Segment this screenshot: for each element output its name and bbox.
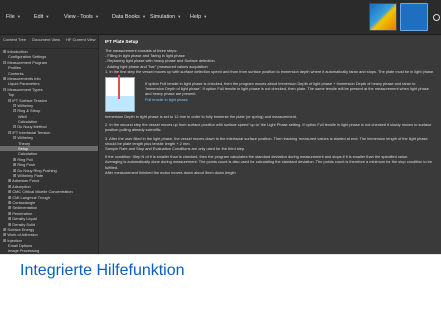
intro-line: 1. In the first step the vessel moves up… bbox=[105, 68, 435, 74]
menu-view-tools-label: View - Tools bbox=[64, 14, 93, 20]
figure-line: If option Full tensile in light phase is… bbox=[145, 81, 429, 97]
chevron-down-icon: ▾ bbox=[204, 14, 207, 19]
body-line: Sample Rate and Stop and Evaluation Cond… bbox=[105, 146, 246, 152]
chevron-down-icon: ▾ bbox=[142, 14, 146, 19]
caption-link[interactable]: Integrierte Hilfefunktion bbox=[20, 262, 185, 280]
body-line: Immersion Depth in light phase is set to… bbox=[105, 114, 298, 120]
content-tree: ⊞ Introduction Configuration Settings ⊟ Me… bbox=[0, 49, 98, 254]
full-tensile-link[interactable]: Full tensile in light phase bbox=[145, 97, 435, 102]
menu-bar: File ▾ Edit ▾ View - Tools ▾ Data Books ▾ Si… bbox=[0, 0, 441, 35]
menu-help[interactable]: Help ▾ bbox=[190, 0, 206, 34]
app-window-icon[interactable] bbox=[400, 3, 428, 31]
menu-edit[interactable]: Edit ▾ bbox=[34, 0, 49, 34]
menu-file-label: File bbox=[6, 14, 15, 20]
body-line: After measurement finished the motor mov… bbox=[105, 169, 236, 175]
chevron-down-icon: ▾ bbox=[178, 14, 181, 19]
menu-simulation-label: Simulation bbox=[150, 14, 176, 20]
divider bbox=[0, 254, 441, 255]
sidebar: Content Tree Document View HF Current Vi… bbox=[0, 35, 99, 254]
page-title: IFT Plate Setup bbox=[105, 39, 139, 44]
tab-current-view[interactable]: HF Current View bbox=[66, 37, 96, 46]
tab-document-view[interactable]: Document View bbox=[32, 37, 60, 46]
settings-icon[interactable] bbox=[431, 4, 441, 30]
help-content: IFT Plate Setup The measurement consists… bbox=[101, 35, 441, 254]
body-text: Immersion Depth in light phase is set to… bbox=[101, 114, 441, 175]
sidebar-tabs: Content Tree Document View HF Current Vi… bbox=[0, 35, 98, 49]
body-line: Averaging is automatically done during m… bbox=[105, 159, 433, 170]
menu-simulation[interactable]: Simulation ▾ bbox=[150, 0, 180, 34]
toolbar-icons bbox=[369, 2, 441, 32]
menu-data-books-label: Data Books bbox=[112, 14, 140, 20]
menu-data-books[interactable]: Data Books ▾ bbox=[112, 0, 145, 34]
figure-text: If option Full tensile in light phase is… bbox=[141, 81, 441, 102]
chevron-down-icon: ▾ bbox=[95, 14, 99, 19]
menu-help-label: Help bbox=[190, 14, 202, 20]
menu-edit-label: Edit bbox=[34, 14, 44, 20]
card: File ▾ Edit ▾ View - Tools ▾ Data Books ▾ Si… bbox=[0, 0, 441, 320]
tab-content-tree[interactable]: Content Tree bbox=[3, 37, 26, 46]
body-line: 2. In the second step the vessel moves u… bbox=[105, 122, 432, 133]
intro-text: The measurement consists of three steps:… bbox=[101, 48, 441, 74]
plate-probe bbox=[118, 75, 120, 100]
menu-file[interactable]: File ▾ bbox=[6, 0, 20, 34]
app-screenshot: File ▾ Edit ▾ View - Tools ▾ Data Books ▾ Si… bbox=[0, 0, 441, 254]
chevron-down-icon: ▾ bbox=[46, 14, 49, 19]
beaker-illustration bbox=[105, 77, 135, 113]
chevron-down-icon: ▾ bbox=[17, 14, 20, 19]
figure-row: If option Full tensile in light phase is… bbox=[105, 75, 441, 113]
body-line: 3. After the user filled in the light ph… bbox=[105, 135, 428, 146]
app-logo-icon[interactable] bbox=[369, 3, 397, 31]
menu-view-tools[interactable]: View - Tools ▾ bbox=[64, 0, 98, 34]
